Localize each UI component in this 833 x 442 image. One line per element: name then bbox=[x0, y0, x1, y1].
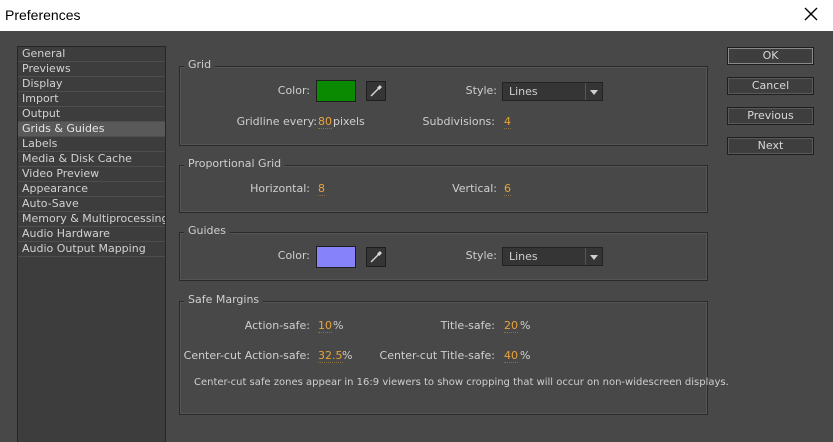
grid-style-value: Lines bbox=[509, 85, 538, 98]
sidebar-item-display[interactable]: Display bbox=[18, 77, 165, 92]
sidebar-item-auto-save[interactable]: Auto-Save bbox=[18, 197, 165, 212]
sidebar-item-video-preview[interactable]: Video Preview bbox=[18, 167, 165, 182]
sidebar-item-output[interactable]: Output bbox=[18, 107, 165, 122]
guides-group: Guides Color: Style: Lines bbox=[179, 224, 708, 281]
grid-legend: Grid bbox=[184, 58, 216, 71]
chevron-down-icon bbox=[585, 248, 602, 265]
center-cut-note: Center-cut safe zones appear in 16:9 vie… bbox=[194, 377, 729, 388]
sidebar-item-media-disk-cache[interactable]: Media & Disk Cache bbox=[18, 152, 165, 167]
action-safe-label: Action-safe: bbox=[244, 319, 310, 332]
title-bar: Preferences bbox=[0, 0, 833, 31]
eyedropper-icon bbox=[370, 85, 382, 97]
guides-color-label: Color: bbox=[277, 249, 310, 262]
cc-action-safe-label: Center-cut Action-safe: bbox=[183, 349, 310, 362]
sidebar-item-grids-guides[interactable]: Grids & Guides bbox=[18, 122, 165, 137]
guides-style-dropdown[interactable]: Lines bbox=[502, 247, 603, 266]
proportional-grid-legend: Proportional Grid bbox=[184, 157, 286, 170]
category-list[interactable]: General Previews Display Import Output G… bbox=[17, 46, 166, 442]
chevron-down-icon bbox=[585, 83, 602, 100]
grid-color-swatch[interactable] bbox=[316, 80, 356, 102]
title-safe-percent: % bbox=[520, 319, 531, 332]
guides-style-value: Lines bbox=[509, 250, 538, 263]
previous-button[interactable]: Previous bbox=[727, 107, 814, 125]
sidebar-item-audio-output-mapping[interactable]: Audio Output Mapping bbox=[18, 242, 165, 257]
cancel-button[interactable]: Cancel bbox=[727, 77, 814, 95]
grid-group: Grid Color: Style: Lines Gridline every:… bbox=[179, 58, 708, 146]
gridline-every-value[interactable]: 80 bbox=[318, 115, 332, 129]
sidebar-item-labels[interactable]: Labels bbox=[18, 137, 165, 152]
action-safe-percent: % bbox=[333, 319, 344, 332]
sidebar-item-appearance[interactable]: Appearance bbox=[18, 182, 165, 197]
eyedropper-icon bbox=[370, 251, 382, 263]
cc-action-safe-percent: % bbox=[342, 349, 353, 362]
cc-title-safe-label: Center-cut Title-safe: bbox=[379, 349, 495, 362]
grid-style-dropdown[interactable]: Lines bbox=[502, 82, 603, 101]
grid-style-label: Style: bbox=[465, 84, 497, 97]
vertical-value[interactable]: 6 bbox=[504, 182, 511, 196]
vertical-label: Vertical: bbox=[452, 182, 497, 195]
subdivisions-label: Subdivisions: bbox=[422, 115, 495, 128]
guides-color-swatch[interactable] bbox=[316, 246, 356, 268]
sidebar-item-import[interactable]: Import bbox=[18, 92, 165, 107]
grid-color-label: Color: bbox=[277, 84, 310, 97]
horizontal-value[interactable]: 8 bbox=[318, 182, 325, 196]
gridline-every-label: Gridline every: bbox=[236, 115, 317, 128]
cc-title-safe-percent: % bbox=[520, 349, 531, 362]
guides-legend: Guides bbox=[184, 224, 231, 237]
guides-style-label: Style: bbox=[465, 249, 497, 262]
horizontal-label: Horizontal: bbox=[250, 182, 310, 195]
safe-margins-group: Safe Margins Action-safe: 10 % Title-saf… bbox=[179, 293, 729, 415]
title-safe-label: Title-safe: bbox=[440, 319, 495, 332]
guides-eyedropper-button[interactable] bbox=[366, 247, 386, 267]
cc-title-safe-value[interactable]: 40 bbox=[504, 349, 518, 363]
next-button[interactable]: Next bbox=[727, 137, 814, 155]
gridline-unit: pixels bbox=[333, 115, 365, 128]
close-icon[interactable] bbox=[803, 6, 819, 22]
ok-button[interactable]: OK bbox=[727, 47, 814, 65]
safe-margins-legend: Safe Margins bbox=[184, 293, 264, 306]
subdivisions-value[interactable]: 4 bbox=[504, 115, 511, 129]
action-safe-value[interactable]: 10 bbox=[318, 319, 332, 333]
window-title: Preferences bbox=[5, 7, 81, 23]
sidebar-item-audio-hardware[interactable]: Audio Hardware bbox=[18, 227, 165, 242]
cc-action-safe-value[interactable]: 32.5 bbox=[318, 349, 343, 363]
proportional-grid-group: Proportional Grid Horizontal: 8 Vertical… bbox=[179, 157, 708, 213]
sidebar-item-previews[interactable]: Previews bbox=[18, 62, 165, 77]
title-safe-value[interactable]: 20 bbox=[504, 319, 518, 333]
sidebar-item-memory-multiprocessing[interactable]: Memory & Multiprocessing bbox=[18, 212, 165, 227]
grid-eyedropper-button[interactable] bbox=[366, 81, 386, 101]
sidebar-item-general[interactable]: General bbox=[18, 47, 165, 62]
